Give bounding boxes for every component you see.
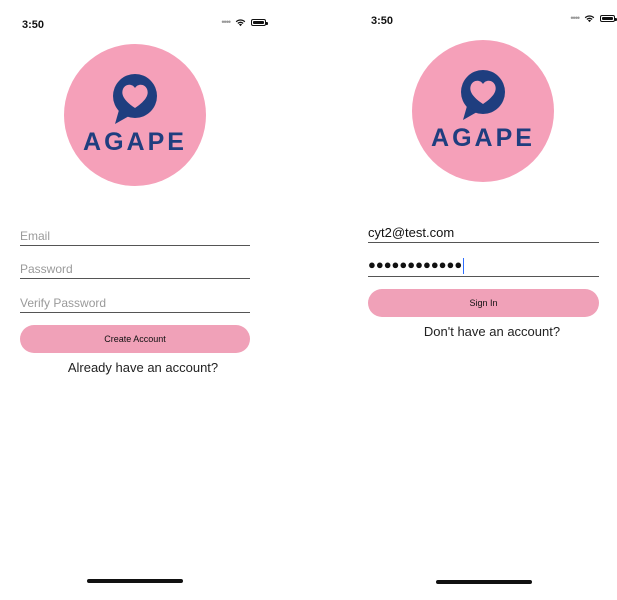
signal-icon: •••• [570, 13, 580, 23]
create-account-screen: 3:50 •••• AGAPE Email Password Verify Pa… [8, 0, 278, 600]
password-field[interactable]: ●●●●●●●●●●●● [368, 254, 599, 277]
status-icons: •••• [570, 13, 617, 23]
speech-bubble-heart-icon [461, 70, 505, 120]
home-indicator [87, 579, 183, 583]
wifi-icon [584, 15, 595, 23]
password-dots: ●●●●●●●●●●●● [368, 257, 463, 273]
sign-in-screen: 3:50 •••• AGAPE cyt2@test.com ●●●●●●●●●●… [357, 0, 617, 600]
status-icons: •••• [221, 17, 268, 27]
app-logo: AGAPE [64, 44, 206, 186]
login-link[interactable]: Already have an account? [8, 360, 278, 375]
battery-icon [600, 15, 617, 22]
password-placeholder: Password [20, 262, 73, 276]
wifi-icon [235, 19, 246, 27]
status-time: 3:50 [22, 19, 45, 31]
email-value: cyt2@test.com [368, 225, 455, 240]
verify-password-field[interactable]: Verify Password [20, 290, 250, 313]
brand-text: AGAPE [83, 128, 187, 156]
brand-text: AGAPE [431, 124, 535, 152]
email-field[interactable]: cyt2@test.com [368, 220, 599, 243]
verify-password-placeholder: Verify Password [20, 296, 107, 310]
password-masked-value: ●●●●●●●●●●●● [368, 257, 465, 274]
app-logo: AGAPE [412, 40, 554, 182]
status-time: 3:50 [371, 15, 394, 27]
password-field[interactable]: Password [20, 256, 250, 279]
sign-in-button[interactable]: Sign In [368, 289, 599, 317]
home-indicator [436, 580, 532, 584]
signup-link[interactable]: Don't have an account? [357, 324, 617, 339]
email-placeholder: Email [20, 229, 51, 243]
speech-bubble-heart-icon [113, 74, 157, 124]
signal-icon: •••• [221, 17, 231, 27]
create-account-button[interactable]: Create Account [20, 325, 250, 353]
text-cursor [463, 258, 465, 274]
email-field[interactable]: Email [20, 223, 250, 246]
battery-icon [251, 19, 268, 26]
